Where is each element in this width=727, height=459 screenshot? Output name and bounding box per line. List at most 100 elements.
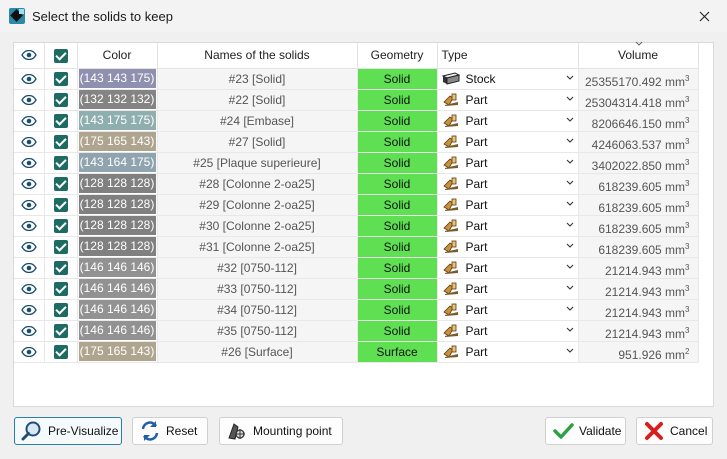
visibility-cell[interactable] xyxy=(14,68,45,90)
keep-checkbox[interactable] xyxy=(53,134,68,149)
visibility-cell[interactable] xyxy=(14,89,45,111)
eye-icon[interactable] xyxy=(21,199,37,210)
color-cell[interactable]: (146 146 146) xyxy=(77,278,158,300)
color-swatch[interactable]: (128 128 128) xyxy=(78,195,156,214)
keep-checkbox[interactable] xyxy=(53,218,68,233)
color-swatch[interactable]: (143 164 175) xyxy=(78,153,156,172)
keep-checkbox-cell[interactable] xyxy=(44,341,78,363)
mounting-point-button[interactable]: Mounting point xyxy=(219,417,343,445)
color-column-header[interactable]: Color xyxy=(77,43,158,69)
type-select[interactable]: Stock xyxy=(437,68,578,89)
visibility-cell[interactable] xyxy=(14,152,45,174)
keep-checkbox[interactable] xyxy=(53,176,68,191)
type-dropdown[interactable]: Part xyxy=(437,299,579,321)
eye-icon[interactable] xyxy=(21,157,37,168)
visibility-cell[interactable] xyxy=(14,173,45,195)
eye-icon[interactable] xyxy=(21,241,37,252)
type-dropdown[interactable]: Part xyxy=(437,257,579,279)
eye-icon[interactable] xyxy=(21,346,37,357)
keep-checkbox-cell[interactable] xyxy=(44,68,78,90)
reset-button[interactable]: Reset xyxy=(132,417,208,445)
type-select[interactable]: Part xyxy=(437,278,578,299)
select-all-checkbox[interactable] xyxy=(53,48,68,63)
eye-icon[interactable] xyxy=(21,283,37,294)
type-select[interactable]: Part xyxy=(437,131,578,152)
type-dropdown[interactable]: Part xyxy=(437,173,579,195)
type-select[interactable]: Part xyxy=(437,215,578,236)
color-swatch[interactable]: (146 146 146) xyxy=(78,279,156,298)
type-select[interactable]: Part xyxy=(437,194,578,215)
keep-checkbox-cell[interactable] xyxy=(44,89,78,111)
type-select[interactable]: Part xyxy=(437,257,578,278)
color-swatch[interactable]: (146 146 146) xyxy=(78,258,156,277)
visibility-cell[interactable] xyxy=(14,320,45,342)
type-dropdown[interactable]: Part xyxy=(437,110,579,132)
color-cell[interactable]: (128 128 128) xyxy=(77,236,158,258)
color-cell[interactable]: (146 146 146) xyxy=(77,257,158,279)
keep-checkbox-cell[interactable] xyxy=(44,278,78,300)
color-cell[interactable]: (128 128 128) xyxy=(77,194,158,216)
eye-icon[interactable] xyxy=(21,220,37,231)
pre-visualize-button[interactable]: Pre-Visualize xyxy=(14,417,122,445)
volume-column-header[interactable]: Volume xyxy=(578,41,699,69)
type-select[interactable]: Part xyxy=(437,341,578,362)
keep-checkbox-cell[interactable] xyxy=(44,215,78,237)
color-swatch[interactable]: (175 165 143) xyxy=(78,342,156,361)
validate-button[interactable]: Validate xyxy=(545,417,626,445)
eye-icon[interactable] xyxy=(21,136,37,147)
keep-checkbox-cell[interactable] xyxy=(44,257,78,279)
visibility-column-header[interactable] xyxy=(14,43,45,69)
color-cell[interactable]: (146 146 146) xyxy=(77,320,158,342)
eye-icon[interactable] xyxy=(21,304,37,315)
color-swatch[interactable]: (143 175 175) xyxy=(78,111,156,130)
type-dropdown[interactable]: Part xyxy=(437,194,579,216)
type-select[interactable]: Part xyxy=(437,299,578,320)
keep-checkbox-cell[interactable] xyxy=(44,299,78,321)
type-dropdown[interactable]: Part xyxy=(437,89,579,111)
keep-checkbox[interactable] xyxy=(53,92,68,107)
color-cell[interactable]: (175 165 143) xyxy=(77,131,158,153)
eye-icon[interactable] xyxy=(21,94,37,105)
color-cell[interactable]: (143 164 175) xyxy=(77,152,158,174)
color-cell[interactable]: (175 165 143) xyxy=(77,341,158,363)
type-select[interactable]: Part xyxy=(437,110,578,131)
keep-checkbox[interactable] xyxy=(53,260,68,275)
eye-icon[interactable] xyxy=(21,178,37,189)
type-select[interactable]: Part xyxy=(437,89,578,110)
eye-icon[interactable] xyxy=(21,73,37,84)
keep-checkbox[interactable] xyxy=(53,113,68,128)
color-cell[interactable]: (146 146 146) xyxy=(77,299,158,321)
close-button[interactable] xyxy=(681,0,727,32)
visibility-cell[interactable] xyxy=(14,194,45,216)
keep-checkbox[interactable] xyxy=(53,197,68,212)
keep-checkbox[interactable] xyxy=(53,71,68,86)
eye-icon[interactable] xyxy=(21,115,37,126)
color-swatch[interactable]: (146 146 146) xyxy=(78,321,156,340)
visibility-cell[interactable] xyxy=(14,278,45,300)
type-dropdown[interactable]: Stock xyxy=(437,68,579,90)
keep-checkbox-cell[interactable] xyxy=(44,236,78,258)
color-swatch[interactable]: (128 128 128) xyxy=(78,174,156,193)
visibility-cell[interactable] xyxy=(14,236,45,258)
color-cell[interactable]: (128 128 128) xyxy=(77,173,158,195)
type-column-header[interactable]: Type xyxy=(437,43,579,69)
color-swatch[interactable]: (143 143 175) xyxy=(78,69,156,88)
color-swatch[interactable]: (128 128 128) xyxy=(78,216,156,235)
color-swatch[interactable]: (175 165 143) xyxy=(78,132,156,151)
keep-checkbox-cell[interactable] xyxy=(44,152,78,174)
visibility-cell[interactable] xyxy=(14,110,45,132)
color-cell[interactable]: (128 128 128) xyxy=(77,215,158,237)
geometry-column-header[interactable]: Geometry xyxy=(357,43,438,69)
eye-icon[interactable] xyxy=(21,325,37,336)
visibility-cell[interactable] xyxy=(14,215,45,237)
type-dropdown[interactable]: Part xyxy=(437,320,579,342)
cancel-button[interactable]: Cancel xyxy=(636,417,713,445)
type-dropdown[interactable]: Part xyxy=(437,215,579,237)
visibility-cell[interactable] xyxy=(14,299,45,321)
keep-checkbox[interactable] xyxy=(53,281,68,296)
name-column-header[interactable]: Names of the solids xyxy=(157,43,358,69)
keep-checkbox[interactable] xyxy=(53,155,68,170)
type-dropdown[interactable]: Part xyxy=(437,131,579,153)
color-cell[interactable]: (143 143 175) xyxy=(77,68,158,90)
select-all-checkbox-header[interactable] xyxy=(44,43,78,69)
